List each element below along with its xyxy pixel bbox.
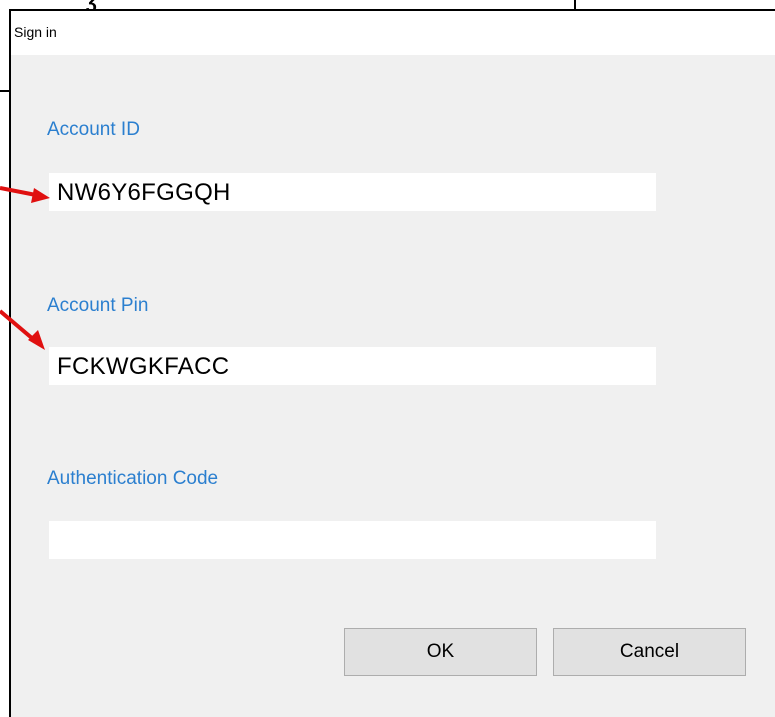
sign-in-dialog: Sign in Account ID Account Pin Authentic… <box>9 9 775 717</box>
authentication-code-label: Authentication Code <box>47 468 219 489</box>
ok-button[interactable]: OK <box>344 628 537 676</box>
dialog-title: Sign in <box>14 24 57 40</box>
dialog-titlebar[interactable]: Sign in <box>11 11 775 55</box>
account-id-label: Account ID <box>47 119 140 140</box>
account-id-input[interactable] <box>49 173 656 211</box>
authentication-code-input[interactable] <box>49 521 656 559</box>
account-pin-label: Account Pin <box>47 295 149 316</box>
cancel-button[interactable]: Cancel <box>553 628 746 676</box>
account-pin-input[interactable] <box>49 347 656 385</box>
